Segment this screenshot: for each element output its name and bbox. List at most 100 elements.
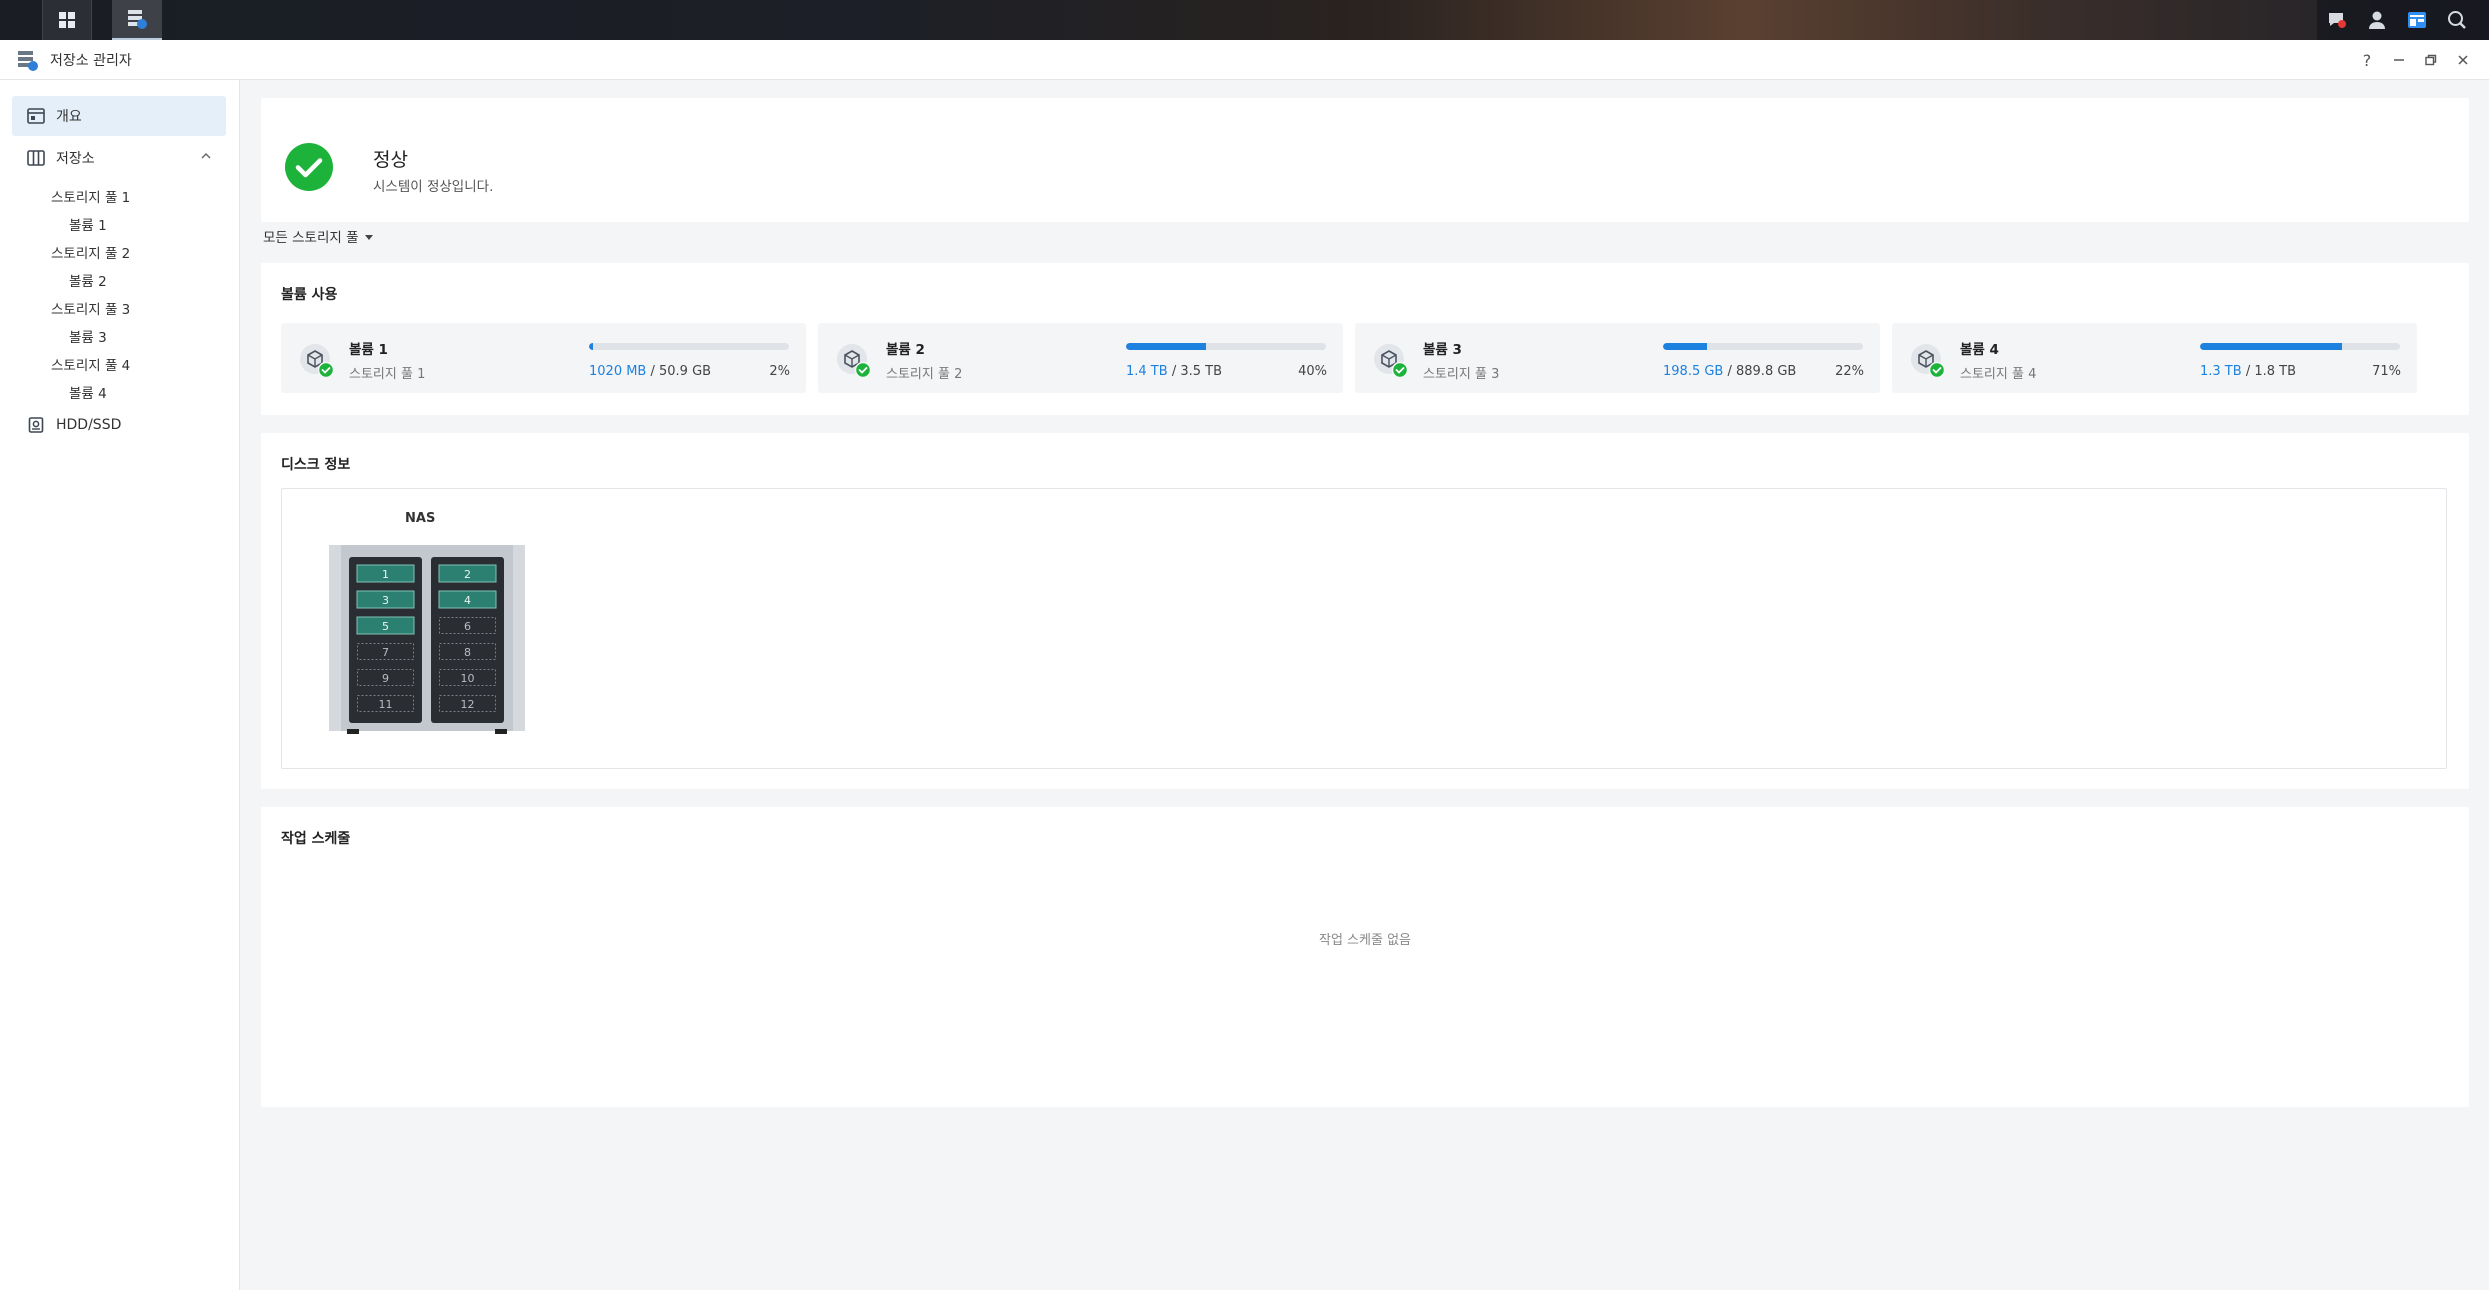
sidebar-item-pool-2[interactable]: 스토리지 풀 2 bbox=[51, 242, 130, 262]
disk-bay-label: 8 bbox=[464, 646, 471, 659]
volume-usage-title: 볼륨 사용 bbox=[281, 287, 338, 303]
volume-usage-fill bbox=[1126, 343, 1206, 350]
volume-pool: 스토리지 풀 2 bbox=[886, 367, 963, 382]
chat-bubble-icon bbox=[2329, 13, 2346, 28]
task-schedule-title: 작업 스케줄 bbox=[281, 831, 351, 847]
nas-side-right bbox=[513, 545, 525, 731]
minimize-icon bbox=[2394, 59, 2404, 61]
volume-pool: 스토리지 풀 4 bbox=[1960, 367, 2037, 382]
main-menu-button[interactable] bbox=[42, 0, 92, 40]
volume-percent: 22% bbox=[1835, 364, 1864, 379]
nas-foot bbox=[347, 729, 359, 734]
disk-info-panel: NAS 1 2 3 4 5 6 7 8 9 10 11 12 bbox=[281, 488, 2447, 769]
volume-box[interactable]: 볼륨 4 스토리지 풀 4 1.3 TB / 1.8 TB 71% bbox=[1892, 323, 2417, 393]
disk-bay-label: 2 bbox=[464, 568, 471, 581]
taskbar bbox=[0, 0, 2489, 40]
disk-bay-label: 10 bbox=[461, 672, 475, 685]
sidebar-item-hdd-ssd[interactable]: HDD/SSD bbox=[12, 405, 226, 445]
volume-usage-fill bbox=[589, 343, 593, 350]
sidebar-item-volume-2[interactable]: 볼륨 2 bbox=[69, 270, 107, 290]
volume-healthy-icon bbox=[837, 344, 872, 379]
status-subtitle: 시스템이 정상입니다. bbox=[373, 179, 494, 195]
volume-usage-text: 1.3 TB / 1.8 TB bbox=[2200, 364, 2296, 379]
user-button[interactable] bbox=[2357, 0, 2397, 40]
storage-manager-icon bbox=[128, 10, 147, 29]
volume-percent: 40% bbox=[1298, 364, 1327, 379]
volume-box[interactable]: 볼륨 2 스토리지 풀 2 1.4 TB / 3.5 TB 40% bbox=[818, 323, 1343, 393]
search-button[interactable] bbox=[2437, 0, 2477, 40]
disk-bay-label: 9 bbox=[382, 672, 389, 685]
volume-used: 1020 MB bbox=[589, 364, 647, 379]
volume-total: / 889.8 GB bbox=[1727, 364, 1797, 379]
volume-box[interactable]: 볼륨 1 스토리지 풀 1 1020 MB / 50.9 GB 2% bbox=[281, 323, 806, 393]
sidebar-item-label: 개요 bbox=[56, 109, 82, 125]
close-icon bbox=[2458, 55, 2468, 65]
window-controls: ? bbox=[2355, 40, 2475, 80]
volume-pool: 스토리지 풀 1 bbox=[349, 367, 426, 382]
volume-total: / 50.9 GB bbox=[650, 364, 712, 379]
sidebar-item-storage[interactable]: 저장소 bbox=[12, 138, 226, 178]
widgets-button[interactable] bbox=[2397, 0, 2437, 40]
caret-down-icon bbox=[364, 234, 373, 240]
volume-usage-text: 1020 MB / 50.9 GB bbox=[589, 364, 711, 379]
disk-bay-label: 5 bbox=[382, 620, 389, 633]
close-button[interactable] bbox=[2451, 48, 2475, 72]
pool-filter-dropdown[interactable]: 모든 스토리지 풀 bbox=[263, 226, 373, 246]
volume-percent: 2% bbox=[769, 364, 790, 379]
volume-usage-fill bbox=[1663, 343, 1707, 350]
sidebar-item-volume-4[interactable]: 볼륨 4 bbox=[69, 382, 107, 402]
minimize-button[interactable] bbox=[2387, 48, 2411, 72]
sidebar-item-pool-1[interactable]: 스토리지 풀 1 bbox=[51, 186, 130, 206]
volume-used: 1.3 TB bbox=[2200, 364, 2242, 379]
volume-usage-card: 볼륨 사용 볼륨 1 스토리지 풀 1 1020 MB / 50.9 GB 2% 볼륨 … bbox=[261, 263, 2469, 415]
disk-bay-label: 6 bbox=[464, 620, 471, 633]
window-titlebar: 저장소 관리자 ? bbox=[0, 40, 2489, 80]
volume-usage-bar bbox=[1663, 343, 1863, 350]
disk-bay-label: 12 bbox=[461, 698, 475, 711]
taskbar-tray bbox=[2317, 0, 2489, 40]
sidebar-item-pool-3[interactable]: 스토리지 풀 3 bbox=[51, 298, 130, 318]
volume-total: / 3.5 TB bbox=[1171, 364, 1222, 379]
sidebar-item-pool-4[interactable]: 스토리지 풀 4 bbox=[51, 354, 130, 374]
volume-name: 볼륨 1 bbox=[349, 342, 388, 358]
restore-button[interactable] bbox=[2419, 48, 2443, 72]
volume-usage-bar bbox=[1126, 343, 1326, 350]
disk-bay-label: 7 bbox=[382, 646, 389, 659]
volume-box[interactable]: 볼륨 3 스토리지 풀 3 198.5 GB / 889.8 GB 22% bbox=[1355, 323, 1880, 393]
volume-name: 볼륨 3 bbox=[1423, 342, 1462, 358]
sidebar-item-volume-1[interactable]: 볼륨 1 bbox=[69, 214, 107, 234]
task-schedule-empty: 작업 스케줄 없음 bbox=[1319, 933, 1411, 948]
sidebar: 개요 저장소 스토리지 풀 1 볼륨 1 스토리지 풀 2 볼륨 2 스토리지 … bbox=[0, 80, 240, 1290]
nas-side-left bbox=[329, 545, 341, 731]
disk-info-card: 디스크 정보 NAS 1 2 3 4 5 6 7 8 9 10 11 12 bbox=[261, 433, 2469, 789]
disk-info-title: 디스크 정보 bbox=[281, 457, 351, 473]
check-circle-icon bbox=[285, 143, 333, 191]
storage-manager-icon bbox=[18, 50, 38, 71]
disk-bay-label: 4 bbox=[464, 594, 471, 607]
volume-healthy-icon bbox=[1911, 344, 1946, 379]
taskbar-storage-manager-button[interactable] bbox=[112, 0, 162, 40]
sidebar-item-volume-3[interactable]: 볼륨 3 bbox=[69, 326, 107, 346]
nas-chassis[interactable]: 1 23 45 67 89 1011 12 bbox=[329, 545, 525, 735]
volume-usage-text: 198.5 GB / 889.8 GB bbox=[1663, 364, 1796, 379]
help-button[interactable]: ? bbox=[2355, 48, 2379, 72]
storage-icon bbox=[26, 148, 46, 168]
notification-button[interactable] bbox=[2317, 0, 2357, 40]
volume-usage-fill bbox=[2200, 343, 2342, 350]
status-title: 정상 bbox=[373, 149, 408, 171]
nas-label: NAS bbox=[405, 511, 436, 526]
task-schedule-card: 작업 스케줄 작업 스케줄 없음 bbox=[261, 807, 2469, 1107]
volume-percent: 71% bbox=[2372, 364, 2401, 379]
sidebar-item-label: HDD/SSD bbox=[56, 417, 122, 433]
window-title: 저장소 관리자 bbox=[50, 52, 132, 69]
disk-bay-label: 3 bbox=[382, 594, 389, 607]
system-status-card: 정상 시스템이 정상입니다. bbox=[261, 98, 2469, 222]
search-icon bbox=[2448, 11, 2466, 29]
disk-bay-label: 11 bbox=[379, 698, 393, 711]
chevron-up-icon[interactable] bbox=[200, 150, 212, 162]
volume-pool: 스토리지 풀 3 bbox=[1423, 367, 1500, 382]
overview-icon bbox=[26, 106, 46, 126]
volume-used: 198.5 GB bbox=[1663, 364, 1724, 379]
main-content: 정상 시스템이 정상입니다. 모든 스토리지 풀 볼륨 사용 볼륨 1 스토리지 … bbox=[241, 80, 2489, 1290]
sidebar-item-overview[interactable]: 개요 bbox=[12, 96, 226, 136]
